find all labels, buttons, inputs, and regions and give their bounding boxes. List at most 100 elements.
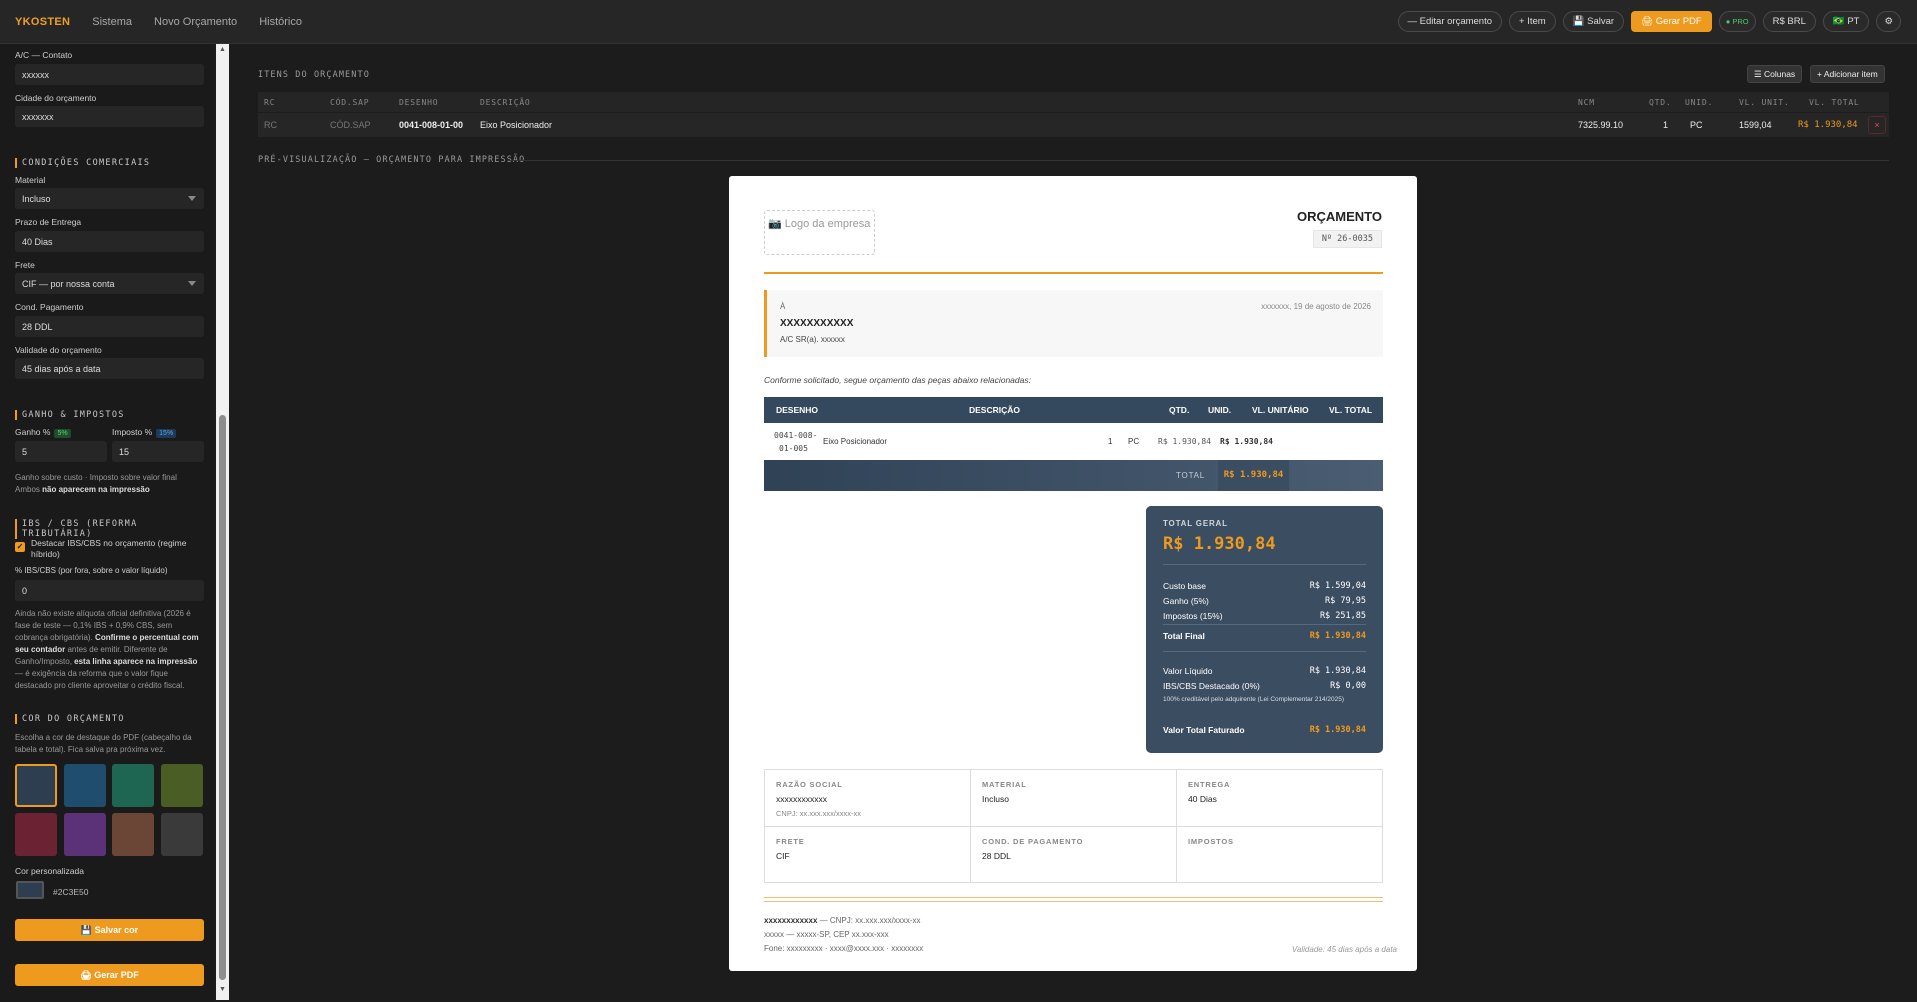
- material-select[interactable]: Incluso: [15, 188, 204, 209]
- preview-divider: [508, 160, 1889, 161]
- summary-big-value: R$ 1.930,84: [1163, 534, 1276, 554]
- tax-input[interactable]: 15: [112, 441, 204, 462]
- row-ncm[interactable]: 7325.99.10: [1578, 120, 1623, 130]
- quote-preview: 📷 Logo da empresa ORÇAMENTO Nº 26-0035 À…: [729, 176, 1417, 971]
- quote-table-header: DESENHO DESCRIÇÃO QTD. UNID. VL. UNITÁRI…: [764, 397, 1383, 423]
- section-quote-color: COR DO ORÇAMENTO: [15, 714, 125, 724]
- nav-sistema[interactable]: Sistema: [92, 16, 132, 28]
- sidebar-generate-pdf-button[interactable]: 🖨 Gerar PDF: [15, 964, 204, 986]
- summary-billed-label: Valor Total Faturado: [1163, 725, 1245, 735]
- table-row[interactable]: RC CÓD.SAP 0041-008-01-00 Eixo Posiciona…: [258, 113, 1889, 137]
- city-label: Cidade do orçamento: [15, 93, 97, 103]
- color-swatch-3[interactable]: [112, 764, 154, 807]
- summary-net-label: Valor Líquido: [1163, 666, 1213, 676]
- ibs-note-bold: esta linha aparece na impressão: [74, 657, 198, 666]
- add-item-row-button[interactable]: + Adicionar item: [1810, 65, 1885, 83]
- payment-input[interactable]: 28 DDL: [15, 316, 204, 337]
- total-label: TOTAL: [1176, 471, 1206, 480]
- contact-input[interactable]: xxxxxx: [15, 64, 204, 85]
- row-sap[interactable]: CÓD.SAP: [330, 120, 371, 130]
- info-delivery: ENTREGA 40 Dias: [1177, 770, 1241, 814]
- qr-unit: PC: [1128, 437, 1140, 446]
- color-swatch-5[interactable]: [15, 813, 57, 856]
- scroll-down-icon[interactable]: ▼: [219, 986, 226, 993]
- info-grid: RAZÃO SOCIAL xxxxxxxxxxxx CNPJ: xx.xxx.xxx…: [764, 769, 1383, 883]
- info-payment-h: COND. DE PAGAMENTO: [982, 837, 1084, 846]
- save-color-button[interactable]: 💾 Salvar cor: [15, 919, 204, 941]
- summary-billed-row: Valor Total Faturado R$ 1.930,84: [1163, 725, 1366, 735]
- custom-color-picker[interactable]: [16, 881, 44, 899]
- columns-button[interactable]: ☰ Colunas: [1747, 65, 1803, 83]
- validity-input[interactable]: 45 dias após a data: [15, 358, 204, 379]
- row-qty[interactable]: 1: [1663, 120, 1668, 130]
- ibs-pct-input[interactable]: 0: [15, 580, 204, 601]
- col-rc: RC: [264, 98, 276, 107]
- payment-label: Cond. Pagamento: [15, 302, 84, 312]
- color-note: Escolha a cor de destaque do PDF (cabeça…: [15, 733, 192, 754]
- color-swatch-6[interactable]: [64, 813, 106, 856]
- section-commercial: CONDIÇÕES COMERCIAIS: [15, 158, 150, 168]
- generate-pdf-button[interactable]: 🖨 Gerar PDF: [1631, 11, 1712, 32]
- sidebar: A/C — Contato xxxxxx Cidade do orçamento…: [0, 44, 213, 1002]
- qh-drawing: DESENHO: [776, 405, 819, 415]
- city-input[interactable]: xxxxxxx: [15, 106, 204, 127]
- gain-note: Ganho sobre custo · Imposto sobre valor …: [15, 472, 207, 496]
- footer-address: xxxxx — xxxxx-SP, CEP xx.xxx-xxx: [764, 930, 889, 939]
- color-swatch-2[interactable]: [64, 764, 106, 807]
- deadline-input[interactable]: 40 Dias: [15, 231, 204, 252]
- qh-qty: QTD.: [1169, 405, 1190, 415]
- delete-row-button[interactable]: ×: [1868, 116, 1886, 134]
- row-rc[interactable]: RC: [264, 120, 277, 130]
- edit-quote-button[interactable]: — Editar orçamento: [1397, 11, 1503, 32]
- info-taxes: IMPOSTOS: [1177, 827, 1245, 861]
- freight-select[interactable]: CIF — por nossa conta: [15, 273, 204, 294]
- save-button[interactable]: 💾 Salvar: [1562, 11, 1625, 32]
- ibs-checkbox[interactable]: ✓: [15, 542, 25, 552]
- nav-novo-orcamento[interactable]: Novo Orçamento: [154, 16, 237, 28]
- row-unit-price[interactable]: 1599,04: [1739, 120, 1772, 130]
- toolbar-actions: — Editar orçamento + Item 💾 Salvar 🖨 Ger…: [1397, 11, 1901, 32]
- col-total: VL. TOTAL: [1809, 98, 1860, 107]
- nav-historico[interactable]: Histórico: [259, 16, 302, 28]
- row-description[interactable]: Eixo Posicionador: [480, 120, 552, 130]
- add-item-button[interactable]: + Item: [1509, 11, 1556, 32]
- color-swatch-8[interactable]: [161, 813, 203, 856]
- color-swatch-4[interactable]: [161, 764, 203, 807]
- custom-color-value: #2C3E50: [53, 887, 89, 897]
- gain-badge: 5%: [54, 429, 71, 438]
- summary-base-value: R$ 1.599,04: [1309, 581, 1366, 591]
- footer-company: xxxxxxxxxxxx — CNPJ: xx.xxx.xxx/xxxx-xx: [764, 916, 921, 925]
- summary-net-row: Valor Líquido R$ 1.930,84: [1163, 666, 1366, 676]
- scroll-up-icon[interactable]: ▲: [219, 46, 226, 53]
- row-total: R$ 1.930,84: [1798, 120, 1858, 130]
- info-freight: FRETE CIF: [765, 827, 816, 871]
- qr-total: R$ 1.930,84: [1220, 437, 1273, 446]
- row-drawing[interactable]: 0041-008-01-00: [399, 120, 463, 130]
- color-swatch-7[interactable]: [112, 813, 154, 856]
- qh-description: DESCRIÇÃO: [969, 405, 1021, 415]
- doc-title: ORÇAMENTO: [1297, 209, 1382, 224]
- material-label: Material: [15, 175, 46, 185]
- settings-icon[interactable]: ⚙: [1876, 11, 1901, 32]
- brand-logo[interactable]: YKOSTEN: [15, 16, 70, 28]
- col-ncm: NCM: [1578, 98, 1595, 107]
- gain-note-line-2: Ambos não aparecem na impressão: [15, 484, 207, 496]
- col-sap: CÓD.SAP: [330, 98, 370, 107]
- color-swatch-1[interactable]: [15, 764, 57, 807]
- info-freight-v: CIF: [776, 851, 790, 861]
- gain-input[interactable]: 5: [15, 441, 107, 462]
- info-material-h: MATERIAL: [982, 780, 1027, 789]
- row-unit[interactable]: PC: [1690, 120, 1703, 130]
- section-gain-taxes: GANHO & IMPOSTOS: [15, 410, 125, 420]
- language-selector[interactable]: 🇧🇷 PT: [1822, 11, 1870, 32]
- freight-value: CIF — por nossa conta: [22, 279, 115, 289]
- ibs-checkbox-label[interactable]: Destacar IBS/CBS no orçamento (regime hí…: [31, 538, 207, 560]
- info-payment-v: 28 DDL: [982, 851, 1011, 861]
- summary-gain-row: Ganho (5%) R$ 79,95: [1163, 596, 1366, 606]
- scrollbar-thumb[interactable]: [219, 415, 226, 980]
- qr-description: Eixo Posicionador: [823, 437, 888, 446]
- summary-base-label: Custo base: [1163, 581, 1206, 591]
- logo-placeholder[interactable]: 📷 Logo da empresa: [764, 210, 875, 255]
- gain-label: Ganho % 5%: [15, 427, 71, 438]
- currency-selector[interactable]: R$ BRL: [1762, 11, 1816, 32]
